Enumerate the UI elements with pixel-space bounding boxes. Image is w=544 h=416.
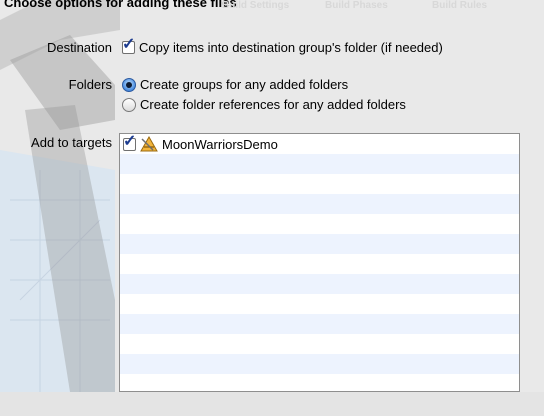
target-row[interactable]: ✓ MoonWarriorsDemo (123, 134, 278, 152)
copy-items-checkbox[interactable]: ✓ (122, 37, 135, 54)
checkmark-icon: ✓ (123, 133, 137, 150)
copy-items-label: Copy items into destination group's fold… (139, 40, 443, 55)
target-name: MoonWarriorsDemo (162, 136, 278, 152)
radio-dot-icon (126, 81, 132, 88)
app-target-icon (140, 136, 158, 152)
create-folder-references-option[interactable]: Create folder references for any added f… (122, 97, 406, 112)
checkmark-icon: ✓ (122, 36, 136, 53)
background-tab-build-phases: Build Phases (325, 0, 388, 11)
copy-items-option[interactable]: ✓ Copy items into destination group's fo… (122, 37, 443, 55)
create-groups-option[interactable]: Create groups for any added folders (122, 77, 348, 92)
create-folder-references-radio[interactable] (122, 97, 136, 112)
background-tab-build-settings: Build Settings (222, 0, 290, 11)
dialog-title: Choose options for adding these files (4, 0, 237, 10)
create-groups-radio[interactable] (122, 77, 136, 92)
create-groups-label: Create groups for any added folders (140, 77, 349, 92)
add-to-targets-label: Add to targets (31, 135, 112, 150)
folders-label: Folders (68, 77, 112, 92)
targets-list[interactable]: ✓ MoonWarriorsDemo (119, 133, 520, 392)
background-tab-build-rules: Build Rules (432, 0, 488, 11)
create-folder-references-label: Create folder references for any added f… (140, 97, 406, 112)
target-checkbox[interactable]: ✓ (123, 134, 136, 151)
destination-label: Destination (46, 40, 112, 55)
